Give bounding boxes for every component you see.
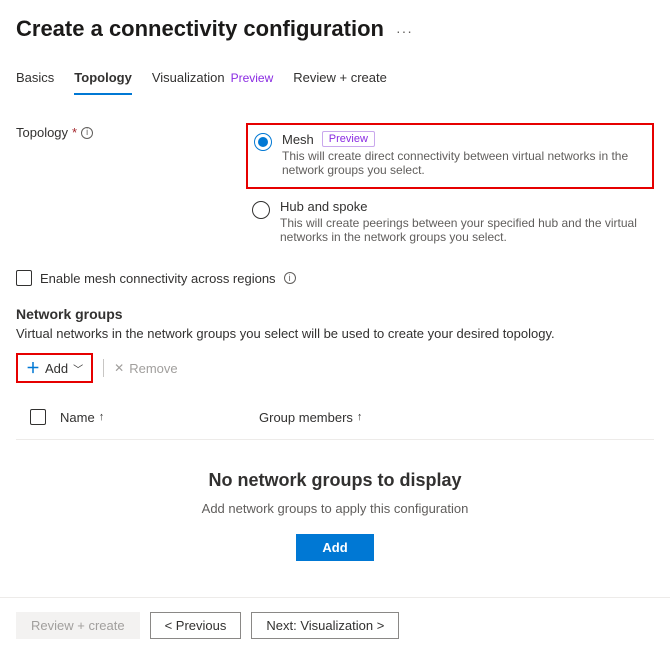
option-mesh[interactable]: Mesh Preview This will create direct con… bbox=[246, 123, 654, 189]
empty-desc: Add network groups to apply this configu… bbox=[16, 501, 654, 516]
more-icon[interactable]: ··· bbox=[396, 20, 413, 38]
select-all-checkbox[interactable] bbox=[30, 409, 46, 425]
sort-arrow-icon: ↑ bbox=[99, 411, 105, 423]
close-icon: ✕ bbox=[114, 361, 124, 375]
network-groups-title: Network groups bbox=[16, 306, 654, 322]
tabs: Basics Topology Visualization Preview Re… bbox=[16, 66, 654, 95]
toolbar-divider bbox=[103, 359, 104, 377]
table-header: Name ↑ Group members ↑ bbox=[16, 401, 654, 440]
plus-icon: ＋ bbox=[26, 358, 40, 378]
column-group-members[interactable]: Group members ↑ bbox=[259, 410, 362, 425]
chevron-down-icon: ﹀ bbox=[73, 361, 83, 376]
topology-label: Topology * i bbox=[16, 123, 246, 140]
preview-badge: Preview bbox=[322, 131, 375, 147]
mesh-regions-checkbox-row[interactable]: Enable mesh connectivity across regions … bbox=[16, 270, 654, 286]
tab-topology[interactable]: Topology bbox=[74, 66, 132, 95]
tab-basics[interactable]: Basics bbox=[16, 66, 54, 95]
network-groups-toolbar: ＋ Add ﹀ ✕ Remove bbox=[16, 353, 654, 383]
page-title: Create a connectivity configuration bbox=[16, 16, 384, 42]
option-mesh-desc: This will create direct connectivity bet… bbox=[282, 149, 646, 177]
option-hub-spoke-title: Hub and spoke bbox=[280, 199, 367, 214]
info-icon[interactable]: i bbox=[284, 272, 296, 284]
topology-options: Mesh Preview This will create direct con… bbox=[246, 123, 654, 254]
tab-review-create[interactable]: Review + create bbox=[293, 66, 387, 95]
mesh-regions-checkbox[interactable] bbox=[16, 270, 32, 286]
radio-hub-spoke[interactable] bbox=[252, 201, 270, 219]
column-name[interactable]: Name ↑ bbox=[60, 410, 245, 425]
option-hub-spoke-desc: This will create peerings between your s… bbox=[280, 216, 648, 244]
option-mesh-title: Mesh bbox=[282, 132, 314, 147]
footer: Review + create < Previous Next: Visuali… bbox=[0, 597, 670, 653]
next-button[interactable]: Next: Visualization > bbox=[251, 612, 399, 639]
empty-state: No network groups to display Add network… bbox=[16, 440, 654, 597]
option-hub-spoke[interactable]: Hub and spoke This will create peerings … bbox=[246, 193, 654, 254]
empty-title: No network groups to display bbox=[16, 470, 654, 491]
tab-visualization[interactable]: Visualization Preview bbox=[152, 66, 273, 95]
add-button[interactable]: ＋ Add ﹀ bbox=[16, 353, 93, 383]
mesh-regions-label: Enable mesh connectivity across regions bbox=[40, 271, 276, 286]
previous-button[interactable]: < Previous bbox=[150, 612, 242, 639]
info-icon[interactable]: i bbox=[81, 127, 93, 139]
empty-add-button[interactable]: Add bbox=[296, 534, 373, 561]
required-indicator: * bbox=[72, 125, 77, 140]
review-create-button: Review + create bbox=[16, 612, 140, 639]
sort-arrow-icon: ↑ bbox=[357, 411, 363, 423]
radio-mesh[interactable] bbox=[254, 133, 272, 151]
remove-button[interactable]: ✕ Remove bbox=[114, 361, 177, 376]
network-groups-desc: Virtual networks in the network groups y… bbox=[16, 326, 654, 341]
preview-badge: Preview bbox=[231, 71, 274, 85]
